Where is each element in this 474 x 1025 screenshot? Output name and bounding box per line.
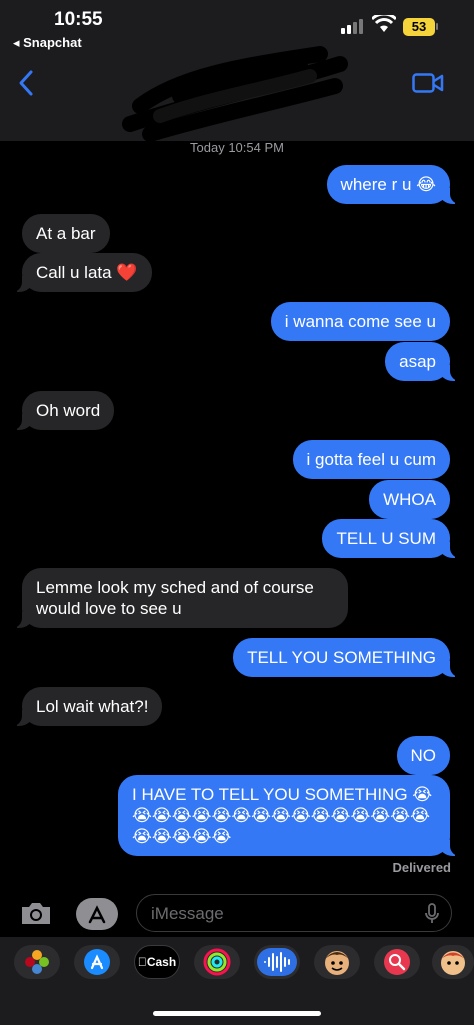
home-indicator[interactable] — [153, 1011, 321, 1016]
message-text: Call u lata ❤️ — [36, 263, 138, 282]
fitness-rings-icon[interactable] — [194, 945, 240, 979]
message-text: Lol wait what?! — [36, 697, 149, 716]
sent-message-bubble[interactable]: TELL YOU SOMETHING — [233, 638, 460, 677]
message-text: WHOA — [383, 490, 436, 509]
sent-message-bubble[interactable]: i gotta feel u cum — [292, 440, 450, 479]
message-text: At a bar — [36, 224, 96, 243]
back-to-app-link[interactable]: ◂ Snapchat — [13, 35, 82, 51]
battery-nub — [436, 23, 438, 30]
conversation-header: 10:55 ◂ Snapchat 53 — [0, 0, 474, 142]
received-message-bubble[interactable]: Lol wait what?! — [11, 687, 163, 726]
message-text: Oh word — [36, 401, 101, 420]
message-text: i gotta feel u cum — [306, 450, 436, 469]
video-camera-icon[interactable] — [412, 72, 444, 99]
message-text: where r u 😂 — [340, 175, 436, 194]
sent-message-bubble[interactable]: asap — [385, 342, 460, 381]
sent-message-bubble[interactable]: TELL U SUM — [322, 519, 460, 558]
chevron-left-icon[interactable] — [16, 69, 36, 102]
message-text: asap — [399, 352, 436, 371]
sent-message-bubble[interactable]: i wanna come see u — [270, 302, 450, 341]
sent-message-bubble[interactable]: NO — [396, 736, 450, 775]
message-text: I HAVE TO TELL YOU SOMETHING 😭😭😭😭😭😭😭😭😭😭😭… — [132, 785, 433, 846]
received-message-bubble[interactable]: Call u lata ❤️ — [12, 253, 152, 292]
image-search-icon[interactable] — [374, 945, 420, 979]
message-text: i wanna come see u — [284, 312, 436, 331]
apple-logo-icon:  — [138, 955, 147, 969]
message-text: NO — [410, 746, 437, 765]
memoji-stickers-icon[interactable] — [314, 945, 360, 979]
imessage-input[interactable]: iMessage — [136, 894, 452, 932]
cellular-signal-icon — [341, 18, 367, 34]
message-text: Lemme look my sched and of course would … — [36, 578, 314, 618]
message-text: TELL YOU SOMETHING — [247, 648, 436, 667]
app-store-icon[interactable] — [74, 945, 120, 979]
microphone-icon[interactable] — [425, 903, 439, 930]
input-placeholder: iMessage — [151, 904, 224, 923]
message-text: TELL U SUM — [336, 529, 436, 548]
status-time: 10:55 — [54, 9, 103, 30]
app-store-apps-icon[interactable] — [76, 898, 118, 930]
battery-indicator: 53 — [403, 18, 435, 36]
wifi-icon — [370, 12, 398, 38]
memoji-icon[interactable] — [432, 945, 474, 979]
received-message-bubble[interactable]: At a bar — [22, 214, 110, 253]
sent-message-bubble[interactable]: WHOA — [369, 480, 450, 519]
delivery-status: Delivered — [392, 860, 451, 875]
camera-icon[interactable] — [19, 899, 53, 932]
cash-label: Cash — [142, 955, 176, 969]
sent-message-bubble[interactable]: where r u 😂 — [326, 165, 461, 204]
received-message-bubble[interactable]: Oh word — [11, 391, 115, 430]
imessage-app-drawer: Cash — [0, 937, 474, 1025]
sent-message-bubble[interactable]: I HAVE TO TELL YOU SOMETHING 😭😭😭😭😭😭😭😭😭😭😭… — [118, 775, 460, 856]
received-message-bubble[interactable]: Lemme look my sched and of course would … — [12, 568, 348, 628]
redacted-contact-scribble — [120, 46, 350, 142]
audio-message-icon[interactable] — [254, 945, 300, 979]
apple-cash-icon[interactable]: Cash — [134, 945, 180, 979]
conversation-timestamp: Today 10:54 PM — [190, 140, 284, 155]
photos-app-icon[interactable] — [14, 945, 60, 979]
